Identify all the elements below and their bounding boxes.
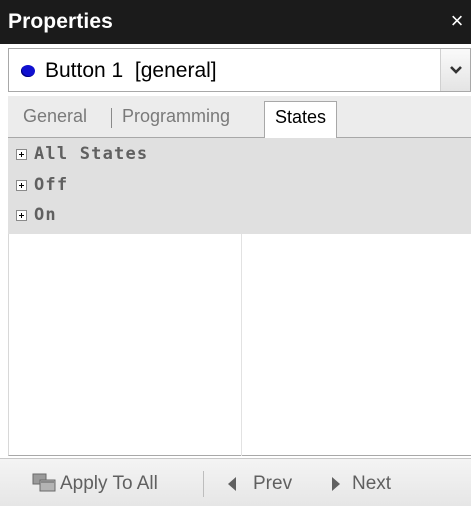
state-label: Off — [34, 175, 69, 195]
expand-plus-icon[interactable] — [16, 210, 27, 221]
state-row-on[interactable]: On — [8, 201, 471, 231]
apply-to-all-button[interactable]: Apply To All — [32, 469, 192, 497]
prev-button[interactable]: Prev — [220, 469, 300, 497]
bottom-toolbar: Apply To All Prev Next — [0, 458, 471, 506]
state-label: On — [34, 205, 57, 225]
next-label: Next — [352, 473, 392, 494]
state-label: All States — [34, 144, 149, 164]
next-button[interactable]: Next — [326, 469, 416, 497]
prev-label: Prev — [253, 473, 293, 494]
dropdown-button[interactable] — [440, 49, 470, 91]
tab-divider — [111, 108, 112, 128]
apply-to-all-label: Apply To All — [60, 473, 158, 494]
chevron-down-icon — [450, 66, 462, 74]
close-icon[interactable]: × — [447, 9, 467, 33]
state-row-all-states[interactable]: All States — [8, 140, 471, 170]
tab-general[interactable]: General — [23, 106, 87, 127]
tab-states[interactable]: States — [264, 101, 338, 139]
apply-to-all-icon — [32, 473, 56, 492]
expand-plus-icon[interactable] — [16, 180, 27, 191]
component-selector[interactable]: Button 1 [general] — [8, 48, 471, 92]
toolbar-divider — [203, 471, 204, 497]
title-bar: Properties × — [0, 0, 471, 44]
triangle-right-icon — [332, 477, 340, 491]
panel-title: Properties — [8, 10, 113, 33]
tab-programming[interactable]: Programming — [122, 106, 230, 127]
triangle-left-icon — [228, 477, 236, 491]
expand-plus-icon[interactable] — [16, 149, 27, 160]
state-list: All States Off On — [8, 138, 471, 234]
properties-panel: Properties × Button 1 [general] General … — [0, 0, 471, 506]
component-color-dot — [21, 65, 35, 77]
state-row-off[interactable]: Off — [8, 171, 471, 201]
property-grid — [8, 234, 471, 456]
tab-bar: General Programming States — [8, 96, 471, 139]
column-divider[interactable] — [241, 234, 242, 456]
component-selector-value: Button 1 [general] — [45, 59, 217, 82]
